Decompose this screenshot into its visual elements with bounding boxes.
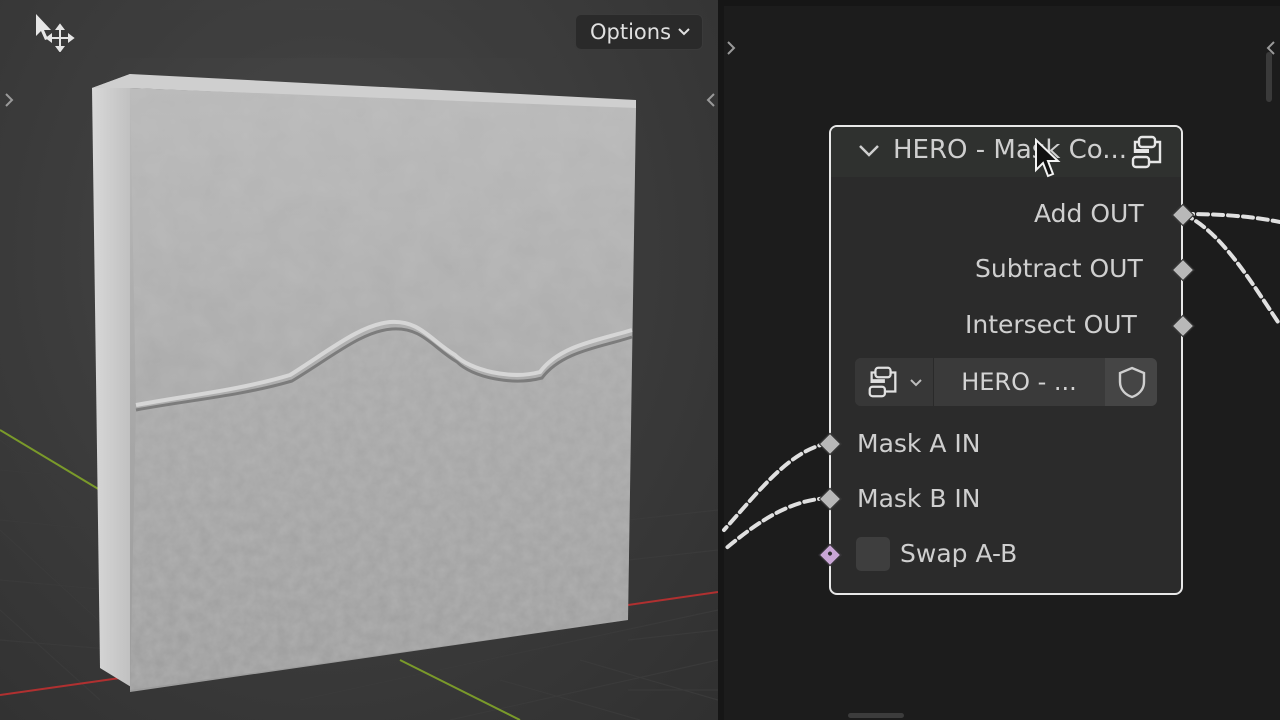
output-label-intersect: Intersect OUT [965,310,1137,339]
node-group-name-field[interactable]: HERO - ... [935,358,1103,406]
slab-side-face [92,74,136,690]
input-label-mask-b: Mask B IN [857,484,981,513]
chevron-right-icon[interactable] [724,38,738,58]
node-tree-browse-button[interactable] [855,358,934,406]
mouse-cursor-icon [1035,138,1061,178]
swap-checkbox[interactable] [856,537,890,571]
output-label-subtract: Subtract OUT [975,254,1143,283]
chevron-left-icon[interactable] [704,90,718,110]
3d-viewport[interactable]: Options [0,0,718,720]
horizontal-scrollbar[interactable] [848,713,904,718]
chevron-right-icon[interactable] [2,90,16,110]
header-strip [95,10,557,58]
chevron-down-icon[interactable] [857,142,881,160]
node-editor-top-bar [724,0,1280,6]
options-label: Options [590,20,672,44]
output-label-add: Add OUT [1034,199,1144,228]
fake-user-button[interactable] [1105,358,1157,406]
node-title: HERO - Mask Co... [893,135,1128,165]
node-header[interactable]: HERO - Mask Co... [831,127,1181,177]
node-group-name: HERO - ... [961,368,1077,396]
x-axis-line-right [627,591,718,606]
y-axis-line-lower [399,659,521,720]
options-dropdown[interactable]: Options [575,14,703,50]
chevron-down-icon [678,28,690,36]
shield-icon [1118,366,1146,399]
vertical-scrollbar[interactable] [1266,52,1272,102]
select-move-icon[interactable] [30,12,76,52]
input-label-swap: Swap A-B [900,539,1018,568]
y-axis-line [0,429,101,491]
input-label-mask-a: Mask A IN [857,429,981,458]
node-tree-icon [868,366,897,398]
x-axis-line [0,677,121,696]
node-tree-icon[interactable] [1129,133,1165,171]
node-group-selector: HERO - ... [855,358,1157,406]
viewport-scene [0,74,718,720]
viewport-header: Options [0,0,718,64]
chevron-down-icon [910,379,922,387]
